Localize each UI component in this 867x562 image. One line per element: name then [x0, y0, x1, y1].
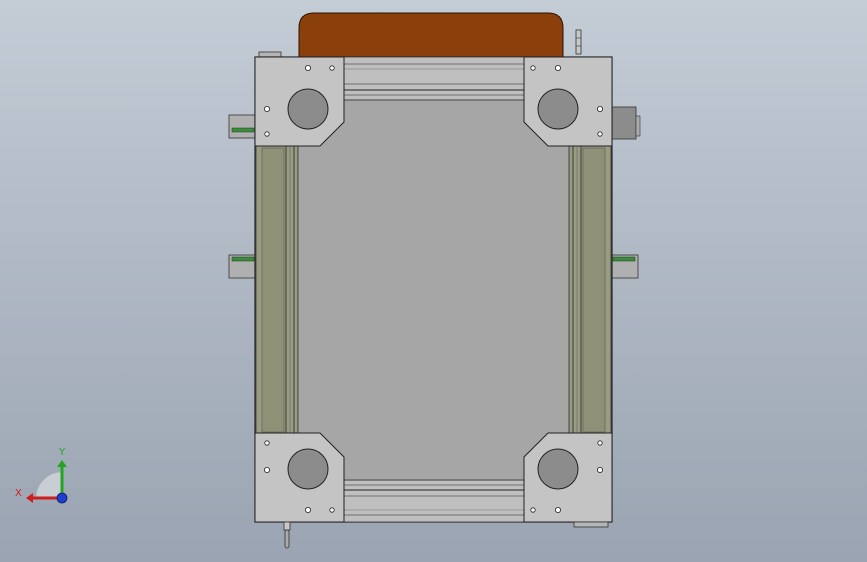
right-connector-middle[interactable]	[610, 254, 639, 279]
top-cover[interactable]	[298, 12, 564, 58]
triad-z-axis	[56, 492, 68, 504]
left-connector-middle[interactable]	[228, 254, 257, 279]
center-plate[interactable]	[297, 99, 570, 481]
triad-y-label: Y	[58, 447, 66, 458]
orientation-triad[interactable]: Y X	[15, 447, 68, 504]
top-extrusion[interactable]	[343, 56, 525, 101]
motor-plate-top-left[interactable]	[254, 56, 345, 147]
motor-top-left	[287, 88, 329, 130]
motor-bottom-right	[537, 448, 579, 490]
bottom-right-bracket[interactable]	[573, 521, 609, 528]
bottom-extrusion[interactable]	[343, 479, 525, 523]
model-view[interactable]: Y X	[0, 0, 867, 562]
triad-x-label: X	[15, 488, 22, 499]
right-connector-top[interactable]	[610, 106, 641, 140]
motor-top-right	[537, 88, 579, 130]
motor-plate-bottom-left[interactable]	[254, 432, 345, 523]
motor-bottom-left	[287, 448, 329, 490]
motor-plate-top-right[interactable]	[523, 56, 613, 147]
graphics-viewport[interactable]: Y X	[0, 0, 867, 562]
right-linear-rail[interactable]	[568, 145, 612, 435]
bottom-left-pin[interactable]	[283, 521, 291, 549]
left-connector-top[interactable]	[228, 114, 257, 139]
motor-plate-bottom-right[interactable]	[523, 432, 613, 523]
top-right-pin[interactable]	[575, 29, 582, 55]
triad-plane-arc	[35, 471, 63, 499]
left-linear-rail[interactable]	[255, 145, 299, 435]
